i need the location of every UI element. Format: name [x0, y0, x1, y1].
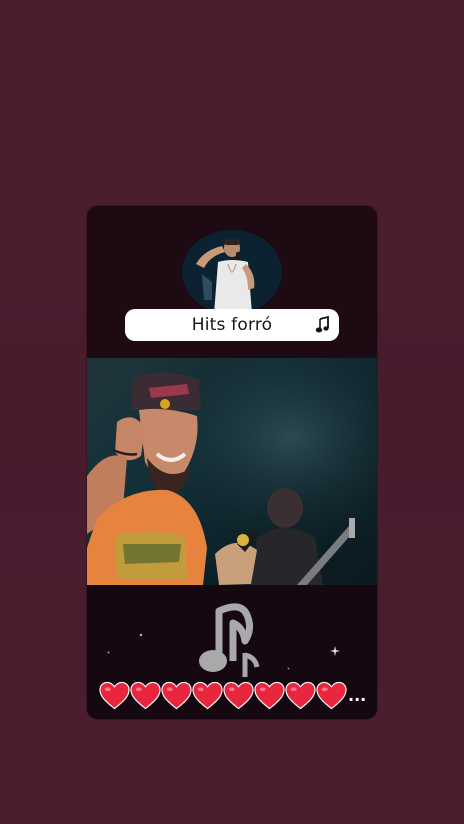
sparkle-icon — [330, 646, 340, 656]
playlist-title: Hits forró — [191, 315, 273, 335]
video-scene — [87, 358, 377, 585]
heart-icon — [130, 681, 161, 710]
title-pill[interactable]: Hits forró — [125, 309, 339, 341]
sparkle-icon — [287, 667, 290, 670]
heart-icon — [223, 681, 254, 710]
heart-icon — [192, 681, 223, 710]
heart-icon — [254, 681, 285, 710]
hearts-row[interactable]: ... — [99, 680, 366, 712]
story-screen: Hits forró ... — [0, 0, 464, 824]
sparkle-icon — [139, 633, 143, 637]
concert-video-frame[interactable] — [87, 358, 377, 585]
reaction-panel: ... — [87, 585, 377, 719]
hearts-ellipsis: ... — [348, 686, 367, 705]
music-card[interactable]: Hits forró ... — [87, 206, 377, 719]
heart-icon — [285, 681, 316, 710]
heart-icon — [161, 681, 192, 710]
music-note-icon — [315, 315, 329, 333]
music-note-icon — [199, 603, 260, 677]
sparkle-icon — [107, 651, 110, 654]
heart-icon — [99, 681, 130, 710]
artist-avatar[interactable] — [182, 230, 282, 314]
artist-photo — [182, 230, 282, 314]
heart-icon — [316, 681, 347, 710]
